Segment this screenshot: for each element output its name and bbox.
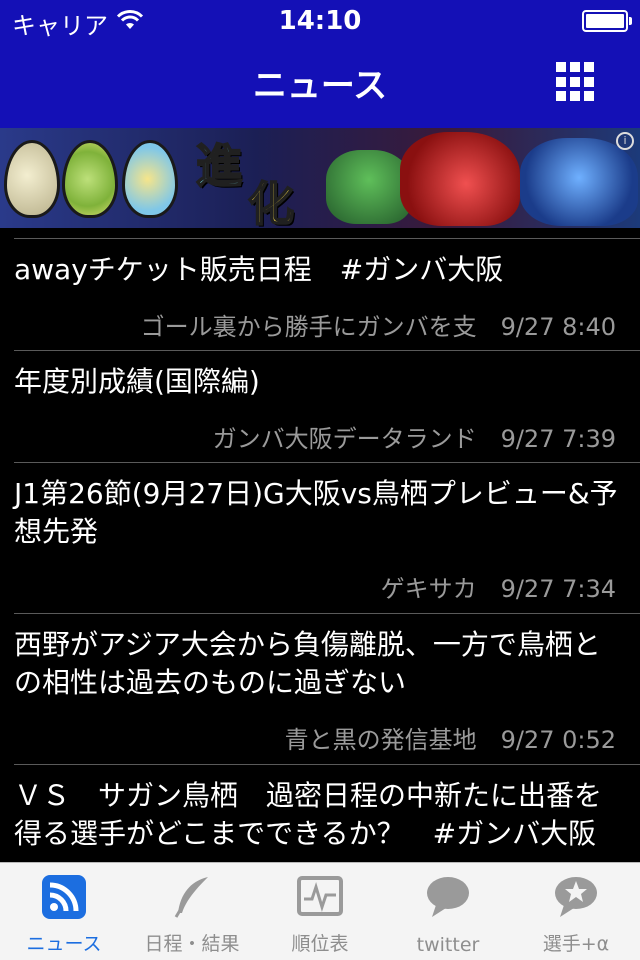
tab-bar: ニュース 日程・結果 順位表 twitter 選手+α (0, 862, 640, 960)
news-meta: 青と黒の発信基地 9/27 0:52 (285, 720, 616, 755)
egg-image (122, 140, 178, 218)
tab-schedule[interactable]: 日程・結果 (128, 863, 256, 960)
status-bar: キャリア 14:10 (0, 0, 640, 40)
news-item[interactable]: ＶＳ サガン鳥栖 過密日程の中新たに出番を得る選手がどこまでできるか？ #ガンバ… (0, 765, 640, 862)
news-title: ＶＳ サガン鳥栖 過密日程の中新たに出番を得る選手がどこまでできるか？ #ガンバ… (14, 779, 603, 850)
news-source: ゲキサカ (380, 575, 477, 603)
speech-bubble-icon (427, 877, 469, 917)
ad-info-icon[interactable]: i (616, 132, 634, 150)
battery-icon (582, 10, 632, 32)
news-title: 西野がアジア大会から負傷離脱、一方で鳥栖との相性は過去のものに過ぎない (14, 628, 601, 699)
news-meta: ゴール裏から勝手にガンバを支 9/27 8:40 (141, 307, 616, 342)
news-item[interactable]: 年度別成績(国際編) ガンバ大阪データランド 9/27 7:39 (0, 351, 640, 462)
news-time: 9/27 7:39 (500, 425, 616, 453)
news-time: 9/27 7:34 (500, 575, 616, 603)
page-title: ニュース (252, 66, 388, 106)
news-title: J1第26節(9月27日)G大阪vs鳥栖プレビュー&予想先発 (14, 477, 618, 548)
news-source: ゴール裏から勝手にガンバを支 (140, 313, 477, 341)
tab-label: 順位表 (291, 933, 349, 955)
news-item[interactable]: 西野がアジア大会から負傷離脱、一方で鳥栖との相性は過去のものに過ぎない 青と黒の… (0, 614, 640, 764)
tab-twitter[interactable]: twitter (384, 863, 512, 960)
dragon-image (520, 138, 638, 226)
banner-text: 化 (247, 176, 295, 228)
navigation-bar: キャリア 14:10 ニュース (0, 0, 640, 128)
clock: 14:10 (278, 6, 362, 36)
tab-news[interactable]: ニュース (0, 863, 128, 960)
tab-standings[interactable]: 順位表 (256, 863, 384, 960)
star-bubble-icon (555, 877, 597, 917)
tab-label: twitter (416, 934, 480, 956)
tab-players[interactable]: 選手+α (512, 863, 640, 960)
news-list: awayチケット販売日程 #ガンバ大阪 ゴール裏から勝手にガンバを支 9/27 8… (0, 228, 640, 862)
egg-image (4, 140, 60, 218)
news-meta: ゲキサカ 9/27 7:34 (381, 569, 616, 604)
news-time: 9/27 8:40 (500, 313, 616, 341)
news-item[interactable]: J1第26節(9月27日)G大阪vs鳥栖プレビュー&予想先発 ゲキサカ 9/27 … (0, 463, 640, 613)
tab-label: ニュース (26, 933, 102, 955)
tab-label: 日程・結果 (144, 933, 240, 955)
ad-banner[interactable]: 進 化 i (0, 128, 640, 228)
quill-icon (174, 877, 208, 918)
news-meta: ガンバ大阪データランド 9/27 7:39 (213, 419, 616, 454)
grid-icon (556, 62, 566, 72)
news-title: awayチケット販売日程 #ガンバ大阪 (14, 253, 504, 286)
news-item[interactable]: awayチケット販売日程 #ガンバ大阪 ゴール裏から勝手にガンバを支 9/27 8… (0, 239, 640, 350)
grid-menu-button[interactable] (556, 62, 596, 102)
news-source: 青と黒の発信基地 (284, 726, 477, 754)
news-source: ガンバ大阪データランド (212, 425, 477, 453)
rss-icon (42, 875, 86, 919)
news-time: 9/27 0:52 (500, 726, 616, 754)
tab-label: 選手+α (542, 933, 610, 955)
chart-monitor-icon (297, 876, 343, 916)
news-title: 年度別成績(国際編) (14, 365, 260, 398)
banner-text: 進 (195, 138, 243, 194)
dragon-image (400, 132, 520, 226)
egg-image (62, 140, 118, 218)
